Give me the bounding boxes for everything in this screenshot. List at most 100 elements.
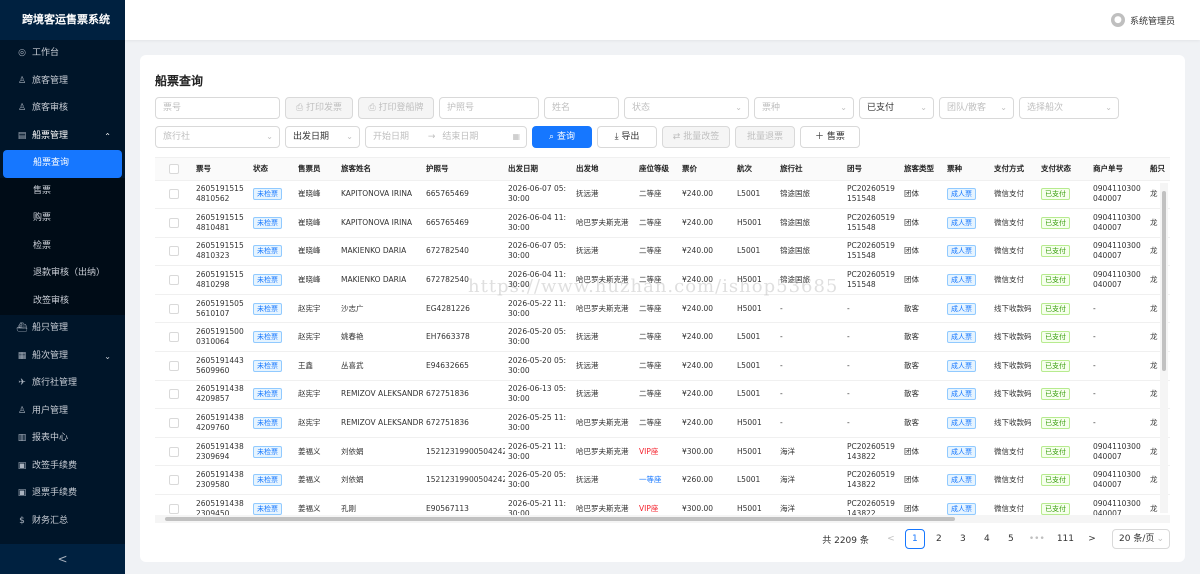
start-date-input[interactable]: 开始日期 xyxy=(373,132,409,142)
row-select-cell[interactable] xyxy=(155,237,193,267)
row-checkbox[interactable] xyxy=(169,418,179,429)
row-checkbox[interactable] xyxy=(169,217,179,228)
row-checkbox[interactable] xyxy=(169,446,179,457)
sidebar-subitem-0[interactable]: 船票查询 xyxy=(3,150,122,178)
ticket-no-input[interactable]: 票号 xyxy=(155,97,280,119)
group-type-select[interactable]: 团队/散客 ⌄ xyxy=(939,97,1014,119)
row-checkbox[interactable] xyxy=(169,275,179,286)
sidebar-subitem-1[interactable]: 售票 xyxy=(0,177,125,205)
voyage-select[interactable]: 选择船次 ⌄ xyxy=(1019,97,1119,119)
user-menu[interactable]: ● 系统管理员 xyxy=(1110,13,1175,27)
row-checkbox[interactable] xyxy=(169,389,179,400)
page-button-5[interactable]: 5 xyxy=(1001,529,1021,549)
row-select-cell[interactable] xyxy=(155,465,193,496)
status-select[interactable]: 状态 ⌄ xyxy=(624,97,749,119)
date-range-picker[interactable]: 开始日期 → 结束日期 ▦ xyxy=(365,126,527,148)
cell-text: - xyxy=(847,303,850,313)
table-row[interactable]: 26051915055610107 未检票 赵宪宇 沙志广 EG4281226 2026-… xyxy=(155,294,1170,324)
export-button[interactable]: ⤓ 导出 xyxy=(597,126,657,148)
sidebar-item-9[interactable]: ▣ 改签手续费 xyxy=(0,453,125,481)
cell-text: 665765469 xyxy=(426,217,469,227)
table-row[interactable]: 26051914384209857 未检票 赵宪宇 REMIZOV ALEKSANDR… xyxy=(155,380,1170,410)
vertical-scroll-thumb[interactable] xyxy=(1162,191,1166,371)
table-row[interactable]: 26051914435609960 未检票 王鑫 丛喜武 E94632665 2026-0… xyxy=(155,351,1170,381)
search-button[interactable]: ⌕ 查询 xyxy=(532,126,592,148)
table-row[interactable]: 26051915154810481 未检票 崔晓峰 KAPITONOVA IRINA 6… xyxy=(155,208,1170,238)
date-type-select[interactable]: 出发日期 ⌄ xyxy=(285,126,360,148)
sidebar-item-8[interactable]: ▥ 报表中心 xyxy=(0,425,125,453)
row-checkbox[interactable] xyxy=(169,503,179,514)
row-checkbox[interactable] xyxy=(169,303,179,314)
page-button-3[interactable]: 3 xyxy=(953,529,973,549)
print-boarding-button[interactable]: ⎙ 打印登船牌 xyxy=(358,97,434,119)
sell-ticket-button[interactable]: ＋ 售票 xyxy=(800,126,860,148)
horizontal-scroll-thumb[interactable] xyxy=(165,517,955,521)
ticket-type-select[interactable]: 票种 ⌄ xyxy=(754,97,854,119)
sidebar-item-label: 报表中心 xyxy=(32,433,69,443)
sidebar-item-1[interactable]: ♙ 旅客管理 xyxy=(0,68,125,96)
page-size-select[interactable]: 20 条/页 ⌄ xyxy=(1112,529,1170,549)
page-last-button[interactable]: 111 xyxy=(1053,529,1078,549)
sidebar-item-10[interactable]: ▣ 退票手续费 xyxy=(0,480,125,508)
table-cell: 姜福义 xyxy=(295,437,338,467)
row-checkbox[interactable] xyxy=(169,332,179,343)
batch-refund-button[interactable]: 批量退票 xyxy=(735,126,795,148)
batch-change-button[interactable]: ⇄ 批量改签 xyxy=(662,126,730,148)
sidebar-collapse-button[interactable]: < xyxy=(0,544,125,574)
row-select-cell[interactable] xyxy=(155,437,193,467)
horizontal-scrollbar[interactable] xyxy=(155,515,1170,523)
table-row[interactable]: 26051914384209760 未检票 赵宪宇 REMIZOV ALEKSANDR… xyxy=(155,408,1170,438)
table-row[interactable]: 26051914382309694 未检票 姜福义 刘依娟 15212319900504… xyxy=(155,437,1170,467)
row-checkbox[interactable] xyxy=(169,475,179,486)
page-button-4[interactable]: 4 xyxy=(977,529,997,549)
name-input[interactable]: 姓名 xyxy=(544,97,619,119)
row-select-cell[interactable] xyxy=(155,322,193,353)
agency-select[interactable]: 旅行社 ⌄ xyxy=(155,126,280,148)
sidebar-item-11[interactable]: $ 财务汇总 xyxy=(0,508,125,536)
pay-status-select[interactable]: 已支付 ⌄ xyxy=(859,97,934,119)
next-page-button[interactable]: > xyxy=(1082,529,1102,549)
select-all-header[interactable] xyxy=(155,158,193,181)
row-select-cell[interactable] xyxy=(155,408,193,438)
column-header: 旅客姓名 xyxy=(338,158,423,181)
sidebar-item-3[interactable]: ▤ 船票管理 ⌃ xyxy=(0,123,125,151)
sidebar-subitem-5[interactable]: 改签审核 xyxy=(0,287,125,315)
sidebar-subitem-4[interactable]: 退款审核（出纳） xyxy=(0,260,125,288)
sidebar-item-5[interactable]: ▦ 船次管理 ⌄ xyxy=(0,343,125,371)
row-checkbox[interactable] xyxy=(169,246,179,257)
cell-text: 26051915154810481 xyxy=(196,212,244,232)
sidebar-subitem-3[interactable]: 检票 xyxy=(0,232,125,260)
row-select-cell[interactable] xyxy=(155,180,193,210)
row-select-cell[interactable] xyxy=(155,265,193,295)
row-select-cell[interactable] xyxy=(155,294,193,324)
sidebar-item-6[interactable]: ✈ 旅行社管理 xyxy=(0,370,125,398)
end-date-input[interactable]: 结束日期 xyxy=(442,132,478,142)
sidebar-item-7[interactable]: ♙ 用户管理 xyxy=(0,398,125,426)
prev-page-button[interactable]: < xyxy=(881,529,901,549)
sidebar-item-0[interactable]: ◎ 工作台 xyxy=(0,40,125,68)
page-ellipsis[interactable]: ••• xyxy=(1025,529,1049,549)
cell-text: 沙志广 xyxy=(341,303,364,313)
table-row[interactable]: 26051915154810323 未检票 崔晓峰 MAKIENKO DARIA 672… xyxy=(155,237,1170,267)
select-all-checkbox[interactable] xyxy=(169,163,179,174)
row-checkbox[interactable] xyxy=(169,360,179,371)
table-cell: 线下收款码 xyxy=(991,408,1038,438)
sidebar-item-4[interactable]: ⛴ 船只管理 xyxy=(0,315,125,343)
page-button-1[interactable]: 1 xyxy=(904,529,925,549)
table-row[interactable]: 26051915154810562 未检票 崔晓峰 KAPITONOVA IRINA 6… xyxy=(155,180,1170,210)
row-select-cell[interactable] xyxy=(155,351,193,381)
row-select-cell[interactable] xyxy=(155,380,193,410)
print-ticket-button[interactable]: ⎙ 打印发票 xyxy=(285,97,353,119)
page-list: 12345 xyxy=(904,529,1021,549)
table-row[interactable]: 26051914382309580 未检票 姜福义 刘依娟 15212319900504… xyxy=(155,465,1170,496)
page-button-2[interactable]: 2 xyxy=(929,529,949,549)
vertical-scrollbar[interactable] xyxy=(1160,183,1168,513)
row-select-cell[interactable] xyxy=(155,208,193,238)
sidebar-item-2[interactable]: ♙ 旅客审核 xyxy=(0,95,125,123)
chevron-down-icon: ⌄ xyxy=(346,132,353,141)
table-row[interactable]: 26051915154810298 未检票 崔晓峰 MAKIENKO DARIA 672… xyxy=(155,265,1170,295)
table-row[interactable]: 26051915000310064 未检票 赵宪宇 姚春艳 EH7663378 2026-… xyxy=(155,322,1170,353)
sidebar-subitem-2[interactable]: 购票 xyxy=(0,205,125,233)
passport-input[interactable]: 护照号 xyxy=(439,97,539,119)
row-checkbox[interactable] xyxy=(169,189,179,200)
